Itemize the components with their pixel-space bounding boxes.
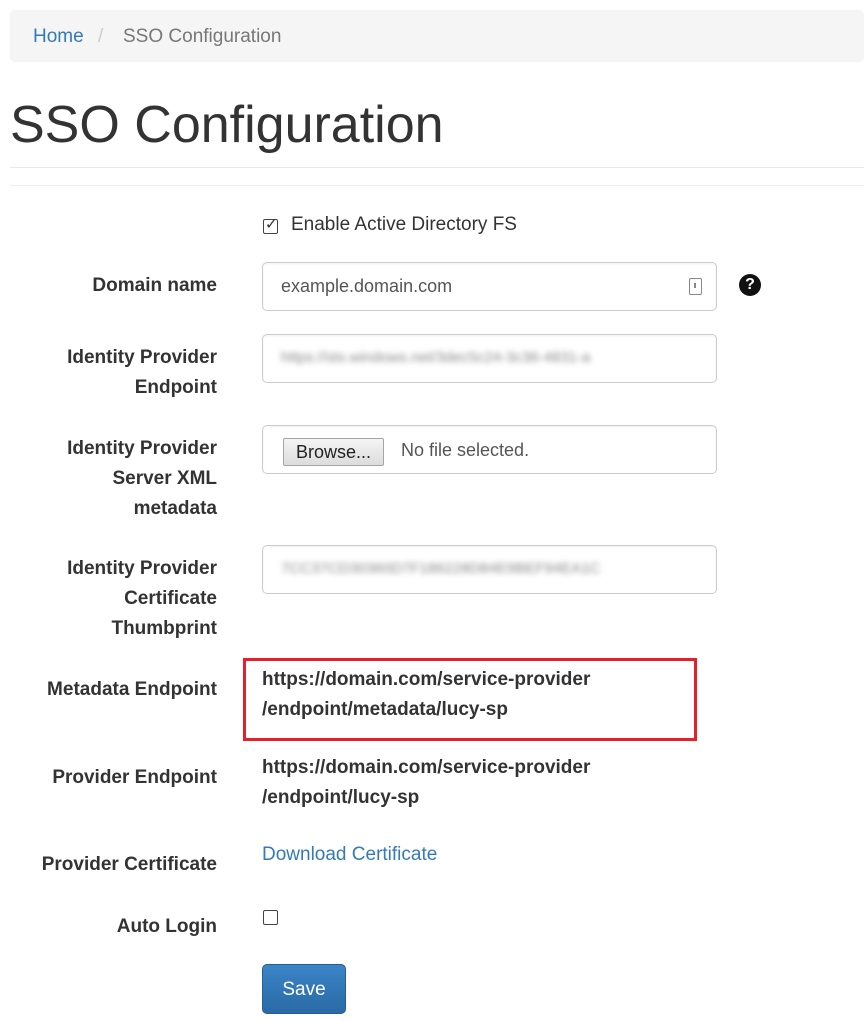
- question-circle-icon[interactable]: ?: [739, 274, 761, 296]
- idp-xml-label-line1: Identity Provider: [67, 438, 217, 459]
- provider-endpoint-line1: https://domain.com/service-provider: [262, 757, 591, 778]
- provider-endpoint-value: https://domain.com/service-provider /end…: [262, 753, 590, 813]
- domain-name-input[interactable]: example.domain.com: [262, 262, 717, 311]
- download-certificate-link[interactable]: Download Certificate: [262, 844, 437, 866]
- idp-thumbprint-value: 7CC37CD30360D7F186228D84E9BEF94EA1C: [281, 560, 601, 577]
- idp-xml-label-line3: metadata: [133, 498, 217, 519]
- checkmark-icon: ✓: [265, 216, 278, 233]
- idp-thumbprint-label-line3: Thumbprint: [111, 618, 217, 639]
- idp-thumbprint-label: Identity Provider Certificate Thumbprint: [67, 554, 217, 644]
- domain-name-label: Domain name: [92, 275, 217, 296]
- idp-thumbprint-label-line1: Identity Provider: [67, 558, 217, 579]
- breadcrumb: Home / SSO Configuration: [10, 10, 864, 62]
- enable-adfs-label: Enable Active Directory FS: [291, 214, 517, 235]
- idp-thumbprint-label-line2: Certificate: [124, 588, 217, 609]
- provider-certificate-label: Provider Certificate: [41, 854, 217, 875]
- idp-thumbprint-input[interactable]: 7CC37CD30360D7F186228D84E9BEF94EA1C: [262, 545, 717, 594]
- file-status: No file selected.: [401, 440, 530, 460]
- domain-name-value: example.domain.com: [281, 276, 453, 296]
- breadcrumb-separator: /: [98, 26, 104, 47]
- idp-xml-label: Identity Provider Server XML metadata: [67, 434, 217, 524]
- provider-endpoint-line2: /endpoint/lucy-sp: [262, 787, 420, 808]
- idp-xml-file-input[interactable]: Browse... No file selected.: [262, 425, 717, 474]
- idp-xml-label-line2: Server XML: [112, 468, 217, 489]
- metadata-endpoint-value: https://domain.com/service-provider /end…: [262, 665, 590, 725]
- save-button[interactable]: Save: [262, 964, 346, 1014]
- enable-adfs-checkbox[interactable]: ✓: [263, 216, 278, 234]
- page-title: SSO Configuration: [10, 96, 444, 154]
- idp-endpoint-label-line2: Endpoint: [134, 377, 217, 398]
- password-manager-icon[interactable]: [689, 278, 702, 295]
- idp-endpoint-label: Identity Provider Endpoint: [67, 343, 217, 403]
- idp-endpoint-value: https://sts.windows.net/3dec5c24-3c36-48…: [281, 349, 591, 366]
- breadcrumb-current: SSO Configuration: [123, 26, 282, 47]
- browse-button[interactable]: Browse...: [283, 438, 385, 466]
- idp-endpoint-label-line1: Identity Provider: [67, 347, 217, 368]
- idp-endpoint-input[interactable]: https://sts.windows.net/3dec5c24-3c36-48…: [262, 334, 717, 383]
- breadcrumb-home-link[interactable]: Home: [33, 26, 84, 48]
- auto-login-label: Auto Login: [116, 916, 217, 937]
- metadata-endpoint-line1: https://domain.com/service-provider: [262, 669, 591, 690]
- metadata-endpoint-line2: /endpoint/metadata/lucy-sp: [262, 699, 508, 720]
- metadata-endpoint-label: Metadata Endpoint: [47, 679, 217, 700]
- provider-endpoint-label: Provider Endpoint: [52, 767, 217, 788]
- title-divider: [10, 167, 864, 168]
- auto-login-checkbox[interactable]: [263, 910, 278, 925]
- section-divider: [10, 185, 864, 186]
